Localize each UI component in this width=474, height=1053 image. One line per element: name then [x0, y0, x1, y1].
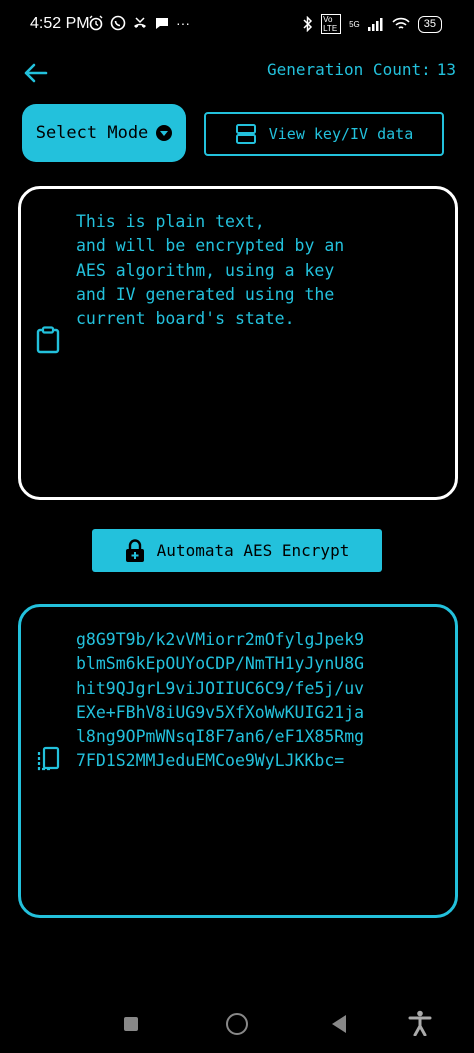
- status-left-icons: ···: [88, 15, 190, 31]
- back-button[interactable]: [332, 1015, 346, 1033]
- plain-text-line: and IV generated using the: [76, 284, 335, 304]
- view-agenda-icon: [235, 124, 256, 144]
- plain-text-line: This is plain text,: [76, 212, 265, 231]
- whatsapp-icon: [110, 15, 126, 31]
- cipher-text-line: 7FD1S2MMJeduEMCoe9WyLJKKbc=: [76, 751, 345, 771]
- paste-clipboard-icon[interactable]: [36, 326, 60, 354]
- missed-call-icon: [134, 17, 146, 28]
- aes-encrypt-button[interactable]: Automata AES Encrypt: [92, 529, 382, 572]
- select-mode-button[interactable]: Select Mode: [22, 104, 186, 162]
- cipher-text-line: l8ng9OPmWNsqI8F7an6/eF1X85Rmg: [76, 727, 365, 747]
- aes-encrypt-label: Automata AES Encrypt: [156, 541, 350, 560]
- network-label: 5G: [349, 19, 360, 29]
- cipher-text-line: g8G9T9b/k2vVMiorr2mOfylgJpek9: [76, 630, 365, 649]
- dropdown-chevron-icon: [156, 125, 173, 141]
- select-mode-label: Select Mode: [35, 123, 149, 143]
- signal-icon: [367, 18, 383, 31]
- recents-button[interactable]: [124, 1017, 138, 1031]
- alarm-icon: [89, 15, 103, 31]
- status-time: 4:52 PM: [30, 15, 90, 32]
- plain-text-content: This is plain text, and will be encrypte…: [76, 210, 436, 331]
- bluetooth-icon: [303, 16, 313, 32]
- generation-count: Generation Count: 13: [267, 60, 456, 79]
- battery-indicator: 35: [417, 15, 442, 33]
- lock-plus-icon: [125, 538, 144, 562]
- home-button[interactable]: [226, 1013, 248, 1035]
- status-right-icons: Vo LTE 5G 35: [303, 14, 442, 34]
- generation-count-value: 13: [436, 60, 456, 79]
- generation-count-label: Generation Count:: [266, 60, 431, 79]
- cipher-text-line: blmSm6kEpOUYoCDP/NmTH1yJynU8G: [76, 654, 365, 674]
- plain-text-line: AES algorithm, using a key: [76, 260, 335, 280]
- more-icon: ···: [176, 15, 190, 31]
- chat-icon: [156, 18, 168, 29]
- copy-icon[interactable]: [36, 746, 60, 772]
- cipher-text-line: EXe+FBhV8iUG9v5XfXoWwKUIG21ja: [76, 702, 365, 722]
- volte-badge: Vo LTE: [321, 14, 342, 34]
- plain-text-line: and will be encrypted by an: [76, 236, 345, 256]
- cipher-text-line: hit9QJgrL9viJOIIUC6C9/fe5j/uv: [76, 678, 365, 698]
- status-bar: 4:52 PM ··· Vo LTE 5G 35: [0, 0, 474, 52]
- accessibility-icon[interactable]: [408, 1010, 432, 1036]
- back-arrow-icon[interactable]: [22, 60, 48, 86]
- view-key-iv-label: View key/IV data: [268, 125, 414, 143]
- wifi-icon: [392, 17, 410, 29]
- cipher-text-content: g8G9T9b/k2vVMiorr2mOfylgJpek9 blmSm6kEpO…: [76, 628, 436, 774]
- plain-text-line: current board's state.: [76, 309, 295, 329]
- view-key-iv-button[interactable]: View key/IV data: [204, 112, 444, 156]
